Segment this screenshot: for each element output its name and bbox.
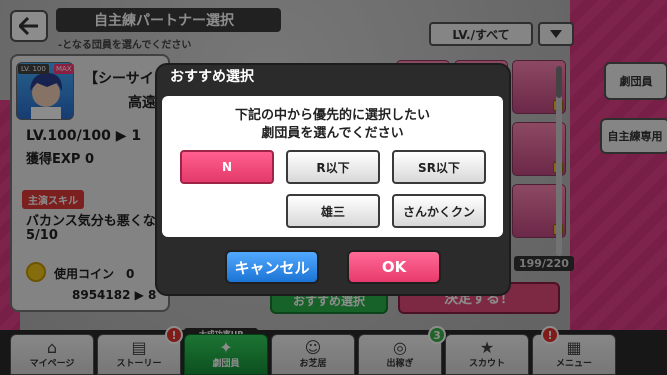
option-n[interactable]: N bbox=[180, 150, 274, 184]
option-r-or-below[interactable]: R以下 bbox=[286, 150, 380, 184]
option-sr-or-below[interactable]: SR以下 bbox=[392, 150, 486, 184]
ok-button[interactable]: OK bbox=[347, 250, 441, 284]
modal-message-line2: 劇団員を選んでください bbox=[261, 126, 404, 141]
option-sankaku-kun[interactable]: さんかくクン bbox=[392, 194, 486, 228]
cancel-button[interactable]: キャンセル bbox=[225, 250, 319, 284]
option-yuzo[interactable]: 雄三 bbox=[286, 194, 380, 228]
modal-message-line1: 下記の中から優先的に選択したい bbox=[234, 108, 430, 123]
modal-title: おすすめ選択 bbox=[170, 69, 254, 85]
